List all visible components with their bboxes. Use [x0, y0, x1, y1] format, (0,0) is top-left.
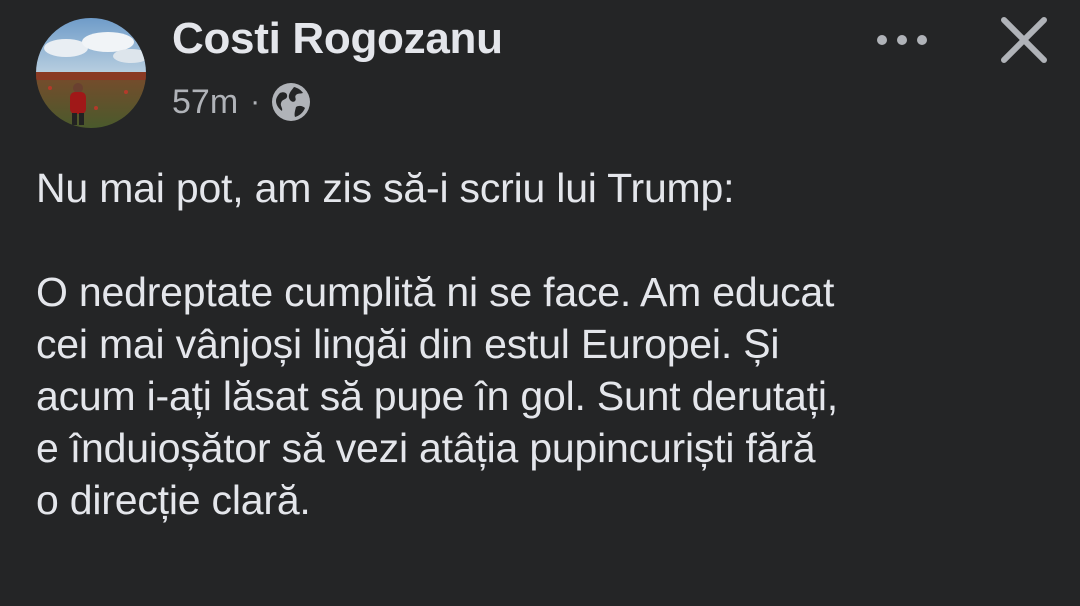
post-line: acum i-ați lăsat să pupe în gol. Sunt de…	[36, 373, 838, 419]
avatar-photo	[36, 18, 146, 128]
post-card: Costi Rogozanu 57m · Nu mai pot, am zis …	[0, 0, 1080, 606]
close-icon	[1001, 17, 1047, 63]
post-body: Nu mai pot, am zis să-i scriu lui Trump:…	[36, 162, 1056, 526]
post-paragraph-main: O nedreptate cumplită ni se face. Am edu…	[36, 266, 1056, 526]
post-line: O nedreptate cumplită ni se face. Am edu…	[36, 269, 835, 315]
post-paragraph-intro: Nu mai pot, am zis să-i scriu lui Trump:	[36, 165, 735, 211]
author-name[interactable]: Costi Rogozanu	[172, 14, 503, 64]
more-options-button[interactable]	[870, 22, 934, 58]
avatar[interactable]	[36, 18, 146, 128]
close-button[interactable]	[994, 10, 1054, 70]
post-timestamp[interactable]: 57m	[172, 83, 238, 122]
post-meta: 57m ·	[172, 80, 312, 124]
post-line: e înduioșător să vezi atâția pupincurișt…	[36, 425, 816, 471]
post-line: cei mai vânjoși lingăi din estul Europei…	[36, 321, 780, 367]
meta-separator: ·	[250, 85, 261, 118]
globe-icon[interactable]	[270, 81, 312, 123]
more-horizontal-icon	[877, 35, 927, 45]
post-line: o direcție clară.	[36, 477, 311, 523]
